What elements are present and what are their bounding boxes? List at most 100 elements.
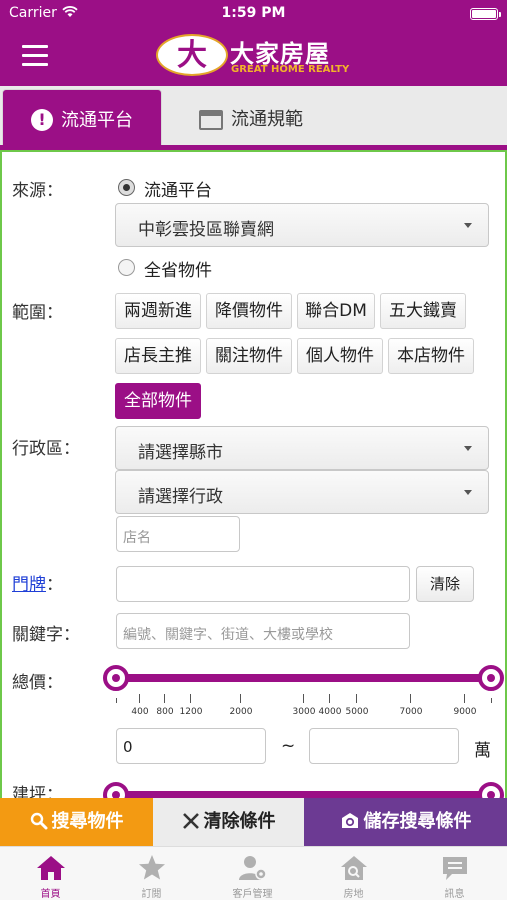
tabbar-customers[interactable]: 客戶管理 xyxy=(202,847,303,900)
tick-label: 2000 xyxy=(229,707,253,717)
tick xyxy=(410,694,411,703)
tabbar-label: 訊息 xyxy=(444,889,465,900)
chip-top-five[interactable]: 五大鐵賣 xyxy=(380,293,466,329)
chip-joint-dm[interactable]: 聯合DM xyxy=(297,293,375,329)
tick-label: 4000 xyxy=(318,707,342,717)
clear-conditions-button[interactable]: 清除條件 xyxy=(153,798,304,846)
tick xyxy=(491,698,492,703)
button-label: 搜尋物件 xyxy=(51,811,124,832)
logo-emblem: 大 xyxy=(156,34,228,76)
area-label: 建坪： xyxy=(12,785,63,798)
price-slider-track[interactable] xyxy=(116,674,493,682)
tick xyxy=(139,694,140,703)
price-min-input[interactable]: 0 xyxy=(116,728,266,764)
radio-dot xyxy=(118,179,135,196)
message-icon xyxy=(443,857,467,880)
area-slider-track[interactable] xyxy=(116,791,493,798)
caret-down-icon xyxy=(464,446,472,451)
house-number-label: 門牌： xyxy=(12,570,63,595)
chip-two-weeks[interactable]: 兩週新進 xyxy=(115,293,201,329)
tick xyxy=(329,694,330,703)
customer-settings-icon xyxy=(239,856,267,880)
tabbar-label: 客戶管理 xyxy=(232,889,273,900)
platform-select[interactable]: 中彰雲投區聯賣網 xyxy=(115,203,489,247)
radio-dot xyxy=(118,259,135,276)
tick-label: 9000 xyxy=(453,707,477,717)
tabbar-property[interactable]: 房地 xyxy=(303,847,404,900)
caret-down-icon xyxy=(464,223,472,228)
app-screen: Carrier 1:59 PM 大 大家房屋 GREAT HOME REALTY… xyxy=(0,0,507,900)
search-icon xyxy=(30,812,47,830)
tick-label: 7000 xyxy=(399,707,423,717)
tabbar-label: 訂閱 xyxy=(141,889,162,900)
tick xyxy=(116,698,117,703)
radio-label: 流通平台 xyxy=(144,181,212,201)
chip-manager-picks[interactable]: 店長主推 xyxy=(115,338,201,374)
chip-price-drop[interactable]: 降價物件 xyxy=(206,293,292,329)
tabbar-home[interactable]: 首頁 xyxy=(0,847,101,900)
chip-store[interactable]: 本店物件 xyxy=(388,338,474,374)
search-listings-button[interactable]: 搜尋物件 xyxy=(0,798,153,846)
source-label: 來源： xyxy=(12,181,63,201)
select-value: 請選擇行政 xyxy=(138,487,223,507)
top-tabs: ! 流通平台 流通規範 xyxy=(0,86,507,148)
button-label: 儲存搜尋條件 xyxy=(363,811,472,832)
price-max-input[interactable] xyxy=(309,728,459,764)
house-search-icon xyxy=(341,856,367,880)
clear-house-number-button[interactable]: 清除 xyxy=(416,566,474,602)
tick-label: 400 xyxy=(131,707,149,717)
house-number-link[interactable]: 門牌 xyxy=(12,575,46,595)
chip-all[interactable]: 全部物件 xyxy=(115,383,201,419)
tick-label: 1200 xyxy=(179,707,203,717)
clock: 1:59 PM xyxy=(221,5,286,21)
tabbar-label: 首頁 xyxy=(40,889,61,900)
tick xyxy=(356,694,357,703)
district-label: 行政區： xyxy=(12,439,80,459)
tab-label: 流通規範 xyxy=(231,109,303,130)
area-max-handle[interactable] xyxy=(478,782,504,798)
colon: ： xyxy=(46,575,63,595)
select-value: 請選擇縣市 xyxy=(138,443,223,463)
save-search-button[interactable]: 儲存搜尋條件 xyxy=(304,798,507,846)
district-select[interactable]: 請選擇行政 xyxy=(115,470,489,514)
chip-personal[interactable]: 個人物件 xyxy=(297,338,383,374)
brand-logo: 大 大家房屋 GREAT HOME REALTY xyxy=(156,34,356,80)
price-min-handle[interactable] xyxy=(103,665,129,691)
tab-platform[interactable]: ! 流通平台 xyxy=(2,89,162,148)
county-select[interactable]: 請選擇縣市 xyxy=(115,426,489,470)
chip-watched[interactable]: 關注物件 xyxy=(206,338,292,374)
price-max-handle[interactable] xyxy=(478,665,504,691)
logo-english-name: GREAT HOME REALTY xyxy=(231,64,350,75)
status-bar: Carrier 1:59 PM xyxy=(0,0,507,28)
home-icon xyxy=(37,856,65,880)
select-value: 中彰雲投區聯賣網 xyxy=(138,220,274,240)
search-form: 來源： 流通平台 中彰雲投區聯賣網 全省物件 範圍： 兩週新進 降價物件 聯合D… xyxy=(0,150,507,798)
close-icon xyxy=(182,813,199,829)
store-name-input[interactable]: 店名 xyxy=(116,516,240,552)
tabbar-messages[interactable]: 訊息 xyxy=(404,847,505,900)
scope-label: 範圍： xyxy=(12,303,63,323)
tabbar-subscribe[interactable]: 訂閱 xyxy=(101,847,202,900)
tab-label: 流通平台 xyxy=(61,110,133,131)
caret-down-icon xyxy=(464,490,472,495)
keyword-input[interactable]: 編號、關鍵字、街道、大樓或學校 xyxy=(116,613,410,649)
star-icon xyxy=(139,855,165,880)
tick-label: 5000 xyxy=(345,707,369,717)
tabbar-label: 房地 xyxy=(343,889,364,900)
tick xyxy=(303,694,304,703)
tick xyxy=(240,694,241,703)
tab-rules[interactable]: 流通規範 xyxy=(171,89,337,148)
exclamation-circle-icon: ! xyxy=(31,109,53,131)
hamburger-menu-icon[interactable] xyxy=(22,45,48,67)
app-header: 大 大家房屋 GREAT HOME REALTY xyxy=(0,28,507,86)
keyword-label: 關鍵字： xyxy=(12,625,80,645)
area-min-handle[interactable] xyxy=(103,782,129,798)
window-icon xyxy=(199,110,223,130)
save-search-icon xyxy=(341,813,358,828)
tick-label: 3000 xyxy=(292,707,316,717)
range-separator: ~ xyxy=(281,736,296,756)
price-unit: 萬 xyxy=(474,741,491,761)
house-number-input[interactable] xyxy=(116,566,410,602)
tick-label: 800 xyxy=(156,707,174,717)
radio-label: 全省物件 xyxy=(144,261,212,281)
